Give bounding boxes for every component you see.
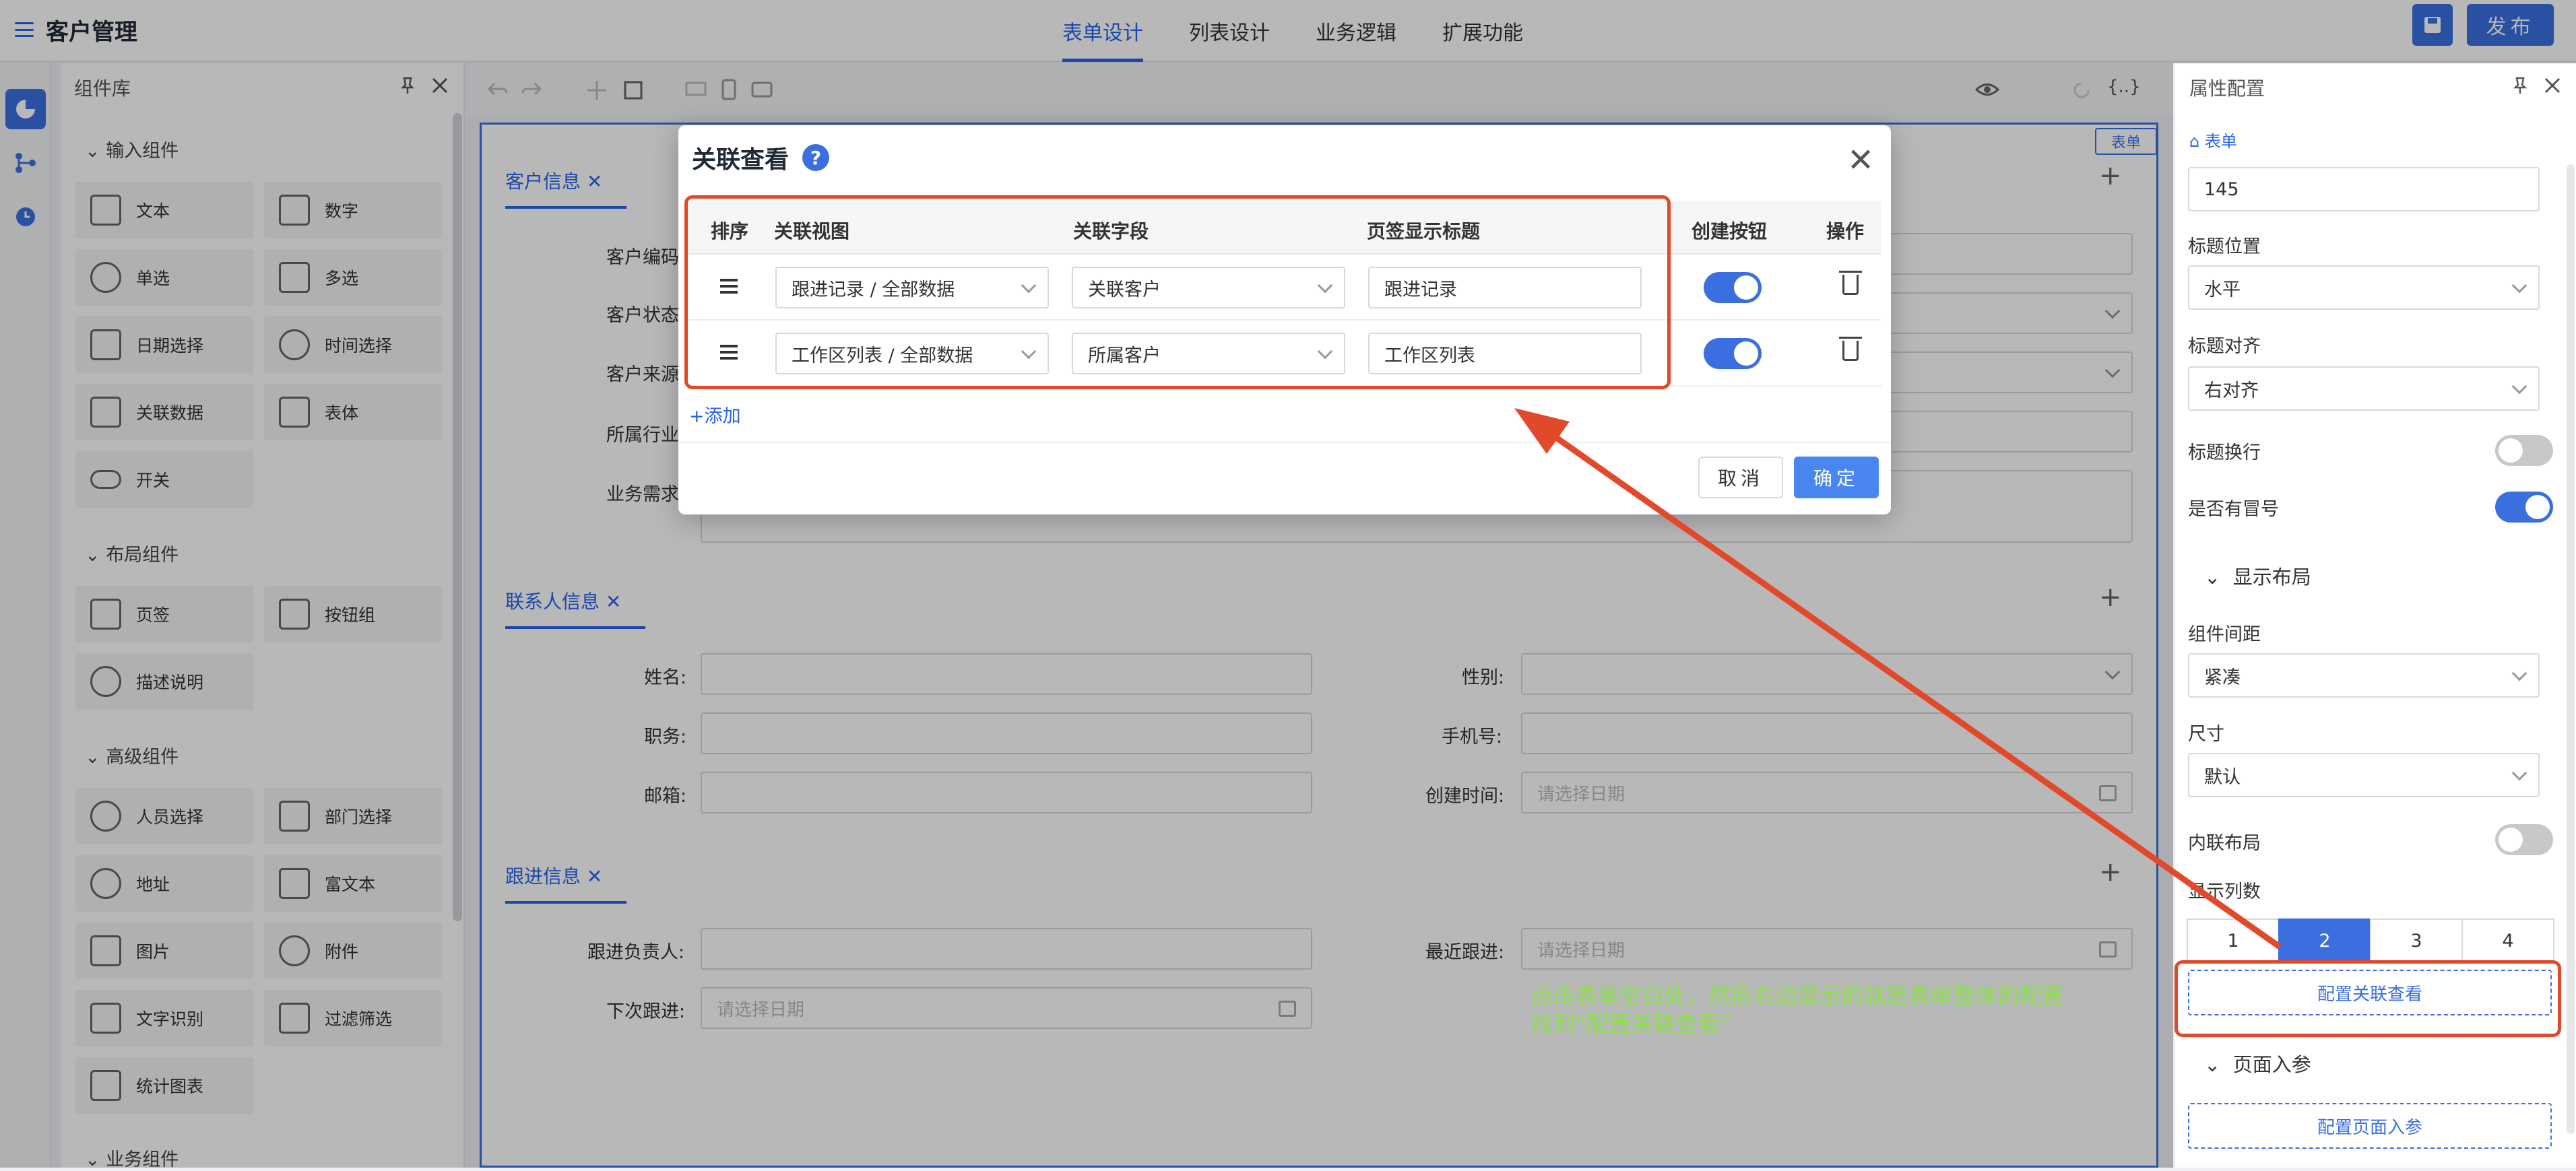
annotation-note: 点击表单空白处，然后右边显示的就是表单整体的配置 找到“配置关联查看” — [1531, 982, 2064, 1038]
annotation-arrow-icon — [1514, 408, 2282, 949]
